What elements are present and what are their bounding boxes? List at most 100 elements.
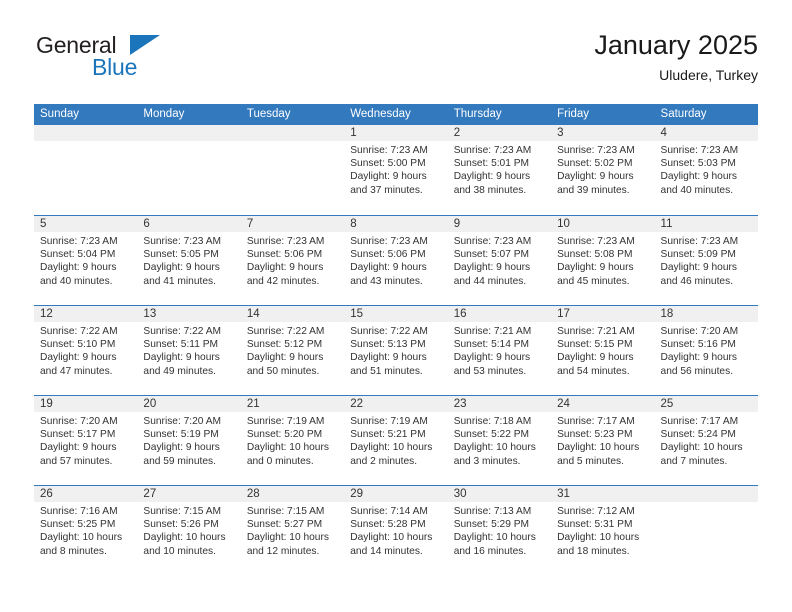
sunrise-time: Sunrise: 7:23 AM [660, 236, 739, 247]
daylight-duration-line2: and 7 minutes. [660, 455, 728, 467]
day-number: 22 [344, 396, 448, 412]
day-number: 14 [240, 306, 345, 322]
day-details: Sunrise: 7:23 AM Sunset: 5:09 PM Daylight:… [655, 232, 758, 288]
calendar-day-cell[interactable]: 4 Sunrise: 7:23 AM Sunset: 5:03 PM Daylight… [654, 125, 758, 215]
sunrise-time: Sunrise: 7:20 AM [143, 416, 222, 427]
daylight-duration-line1: Daylight: 10 hours [246, 442, 329, 454]
calendar-day-cell[interactable]: 23 Sunrise: 7:18 AM Sunset: 5:22 PM Dayligh… [447, 396, 552, 485]
sunrise-time: Sunrise: 7:22 AM [350, 326, 428, 337]
daylight-duration-line1: Daylight: 9 hours [660, 171, 737, 183]
daylight-duration-line2: and 8 minutes. [40, 545, 107, 557]
day-number: 5 [34, 216, 138, 232]
daylight-duration-line2: and 44 minutes. [453, 275, 527, 287]
daylight-duration-line2: and 54 minutes. [557, 365, 630, 377]
calendar-day-cell[interactable]: 31 Sunrise: 7:12 AM Sunset: 5:31 PM Dayligh… [551, 486, 655, 575]
sunrise-time: Sunrise: 7:15 AM [246, 506, 325, 517]
day-details: Sunrise: 7:22 AM Sunset: 5:11 PM Daylight:… [137, 322, 240, 378]
calendar-day-cell[interactable]: 5 Sunrise: 7:23 AM Sunset: 5:04 PM Daylight… [34, 216, 138, 305]
calendar-day-cell[interactable]: 15 Sunrise: 7:22 AM Sunset: 5:13 PM Dayligh… [344, 306, 448, 395]
sunrise-time: Sunrise: 7:22 AM [246, 326, 325, 337]
daylight-duration-line2: and 40 minutes. [660, 184, 734, 196]
daylight-duration-line2: and 46 minutes. [660, 275, 734, 287]
calendar-day-cell[interactable]: 16 Sunrise: 7:21 AM Sunset: 5:14 PM Dayligh… [447, 306, 552, 395]
calendar-day-cell[interactable]: 28 Sunrise: 7:15 AM Sunset: 5:27 PM Dayligh… [240, 486, 345, 575]
day-number: 18 [654, 306, 758, 322]
day-number: 27 [137, 486, 241, 502]
daylight-duration-line1: Daylight: 10 hours [453, 532, 536, 544]
day-number: 3 [551, 125, 655, 141]
day-details: Sunrise: 7:17 AM Sunset: 5:24 PM Daylight:… [655, 412, 758, 468]
calendar-day-cell[interactable]: 18 Sunrise: 7:20 AM Sunset: 5:16 PM Dayligh… [654, 306, 758, 395]
sunrise-time: Sunrise: 7:23 AM [660, 145, 739, 156]
calendar-day-cell[interactable]: 20 Sunrise: 7:20 AM Sunset: 5:19 PM Dayligh… [137, 396, 241, 485]
sunset-time: Sunset: 5:12 PM [246, 339, 323, 351]
sunrise-time: Sunrise: 7:23 AM [453, 236, 532, 247]
day-number: 12 [34, 306, 138, 322]
day-number: 13 [137, 306, 241, 322]
calendar-day-cell[interactable]: 25 Sunrise: 7:17 AM Sunset: 5:24 PM Dayligh… [654, 396, 758, 485]
day-number: 29 [344, 486, 448, 502]
page-title: January 2025 [594, 30, 758, 60]
day-number: 11 [654, 216, 758, 232]
calendar-day-cell[interactable]: 11 Sunrise: 7:23 AM Sunset: 5:09 PM Dayligh… [654, 216, 758, 305]
sunset-time: Sunset: 5:04 PM [40, 249, 116, 261]
calendar-day-cell[interactable]: 27 Sunrise: 7:15 AM Sunset: 5:26 PM Dayligh… [137, 486, 241, 575]
day-details: Sunrise: 7:16 AM Sunset: 5:25 PM Daylight:… [34, 502, 137, 558]
calendar-day-cell[interactable]: 19 Sunrise: 7:20 AM Sunset: 5:17 PM Dayligh… [34, 396, 138, 485]
calendar-day-cell[interactable]: 30 Sunrise: 7:13 AM Sunset: 5:29 PM Dayligh… [447, 486, 552, 575]
calendar-day-cell[interactable]: 14 Sunrise: 7:22 AM Sunset: 5:12 PM Dayligh… [240, 306, 345, 395]
calendar-day-cell[interactable]: 2 Sunrise: 7:23 AM Sunset: 5:01 PM Daylight… [447, 125, 552, 215]
daylight-duration-line2: and 18 minutes. [557, 545, 630, 557]
calendar-day-cell[interactable]: 3 Sunrise: 7:23 AM Sunset: 5:02 PM Daylight… [551, 125, 655, 215]
daylight-duration-line2: and 14 minutes. [350, 545, 423, 557]
weekday-header-friday: Friday [557, 108, 590, 120]
day-details: Sunrise: 7:23 AM Sunset: 5:02 PM Daylight:… [551, 141, 654, 197]
sunset-time: Sunset: 5:21 PM [350, 429, 426, 441]
day-details: Sunrise: 7:17 AM Sunset: 5:23 PM Daylight:… [551, 412, 654, 468]
calendar-day-cell[interactable]: 10 Sunrise: 7:23 AM Sunset: 5:08 PM Dayligh… [551, 216, 655, 305]
daylight-duration-line1: Daylight: 9 hours [453, 352, 531, 364]
calendar-day-cell[interactable]: 21 Sunrise: 7:19 AM Sunset: 5:20 PM Dayligh… [240, 396, 345, 485]
daylight-duration-line1: Daylight: 9 hours [143, 262, 220, 274]
calendar-empty-cell [137, 125, 241, 215]
calendar-day-cell[interactable]: 17 Sunrise: 7:21 AM Sunset: 5:15 PM Dayligh… [551, 306, 655, 395]
daylight-duration-line1: Daylight: 10 hours [350, 442, 433, 454]
calendar-week-row: 26 Sunrise: 7:16 AM Sunset: 5:25 PM Dayligh… [34, 485, 758, 575]
day-details: Sunrise: 7:23 AM Sunset: 5:00 PM Daylight:… [344, 141, 447, 197]
calendar-day-cell[interactable]: 22 Sunrise: 7:19 AM Sunset: 5:21 PM Dayligh… [344, 396, 448, 485]
daylight-duration-line2: and 56 minutes. [660, 365, 734, 377]
day-details: Sunrise: 7:22 AM Sunset: 5:13 PM Daylight:… [344, 322, 447, 378]
day-details: Sunrise: 7:19 AM Sunset: 5:20 PM Daylight:… [241, 412, 344, 468]
calendar-day-cell[interactable]: 29 Sunrise: 7:14 AM Sunset: 5:28 PM Dayligh… [344, 486, 448, 575]
daylight-duration-line1: Daylight: 10 hours [557, 442, 640, 454]
calendar-empty-cell [654, 486, 758, 575]
day-details: Sunrise: 7:20 AM Sunset: 5:19 PM Daylight:… [137, 412, 240, 468]
day-number: 31 [551, 486, 655, 502]
calendar-day-cell[interactable]: 7 Sunrise: 7:23 AM Sunset: 5:06 PM Daylight… [240, 216, 345, 305]
day-details: Sunrise: 7:23 AM Sunset: 5:04 PM Daylight:… [34, 232, 137, 288]
day-number: 10 [551, 216, 655, 232]
calendar-day-cell[interactable]: 8 Sunrise: 7:23 AM Sunset: 5:06 PM Daylight… [344, 216, 448, 305]
daylight-duration-line2: and 47 minutes. [40, 365, 113, 377]
calendar-grid: Sunday Monday Tuesday Wednesday Thursday Frid… [34, 104, 758, 575]
daylight-duration-line1: Daylight: 9 hours [350, 171, 427, 183]
generalblue-logo[interactable]: General Blue [34, 32, 264, 90]
daylight-duration-line2: and 50 minutes. [246, 365, 320, 377]
calendar-day-cell[interactable]: 9 Sunrise: 7:23 AM Sunset: 5:07 PM Daylight… [447, 216, 552, 305]
daylight-duration-line2: and 45 minutes. [557, 275, 630, 287]
daylight-duration-line2: and 38 minutes. [453, 184, 527, 196]
calendar-day-cell[interactable]: 13 Sunrise: 7:22 AM Sunset: 5:11 PM Dayligh… [137, 306, 241, 395]
calendar-day-cell[interactable]: 1 Sunrise: 7:23 AM Sunset: 5:00 PM Daylight… [344, 125, 448, 215]
calendar-day-cell[interactable]: 26 Sunrise: 7:16 AM Sunset: 5:25 PM Dayligh… [34, 486, 138, 575]
calendar-day-cell[interactable]: 12 Sunrise: 7:22 AM Sunset: 5:10 PM Dayligh… [34, 306, 138, 395]
day-details: Sunrise: 7:23 AM Sunset: 5:03 PM Daylight:… [655, 141, 758, 197]
sunset-time: Sunset: 5:16 PM [660, 339, 736, 351]
daylight-duration-line1: Daylight: 10 hours [453, 442, 536, 454]
calendar-day-cell[interactable]: 24 Sunrise: 7:17 AM Sunset: 5:23 PM Dayligh… [551, 396, 655, 485]
sunset-time: Sunset: 5:11 PM [143, 339, 218, 351]
sunset-time: Sunset: 5:08 PM [557, 249, 633, 261]
title-block: January 2025 Uludere, Turkey [594, 28, 758, 85]
sunset-time: Sunset: 5:01 PM [453, 158, 530, 170]
calendar-day-cell[interactable]: 6 Sunrise: 7:23 AM Sunset: 5:05 PM Daylight… [137, 216, 241, 305]
daylight-duration-line1: Daylight: 10 hours [557, 532, 640, 544]
